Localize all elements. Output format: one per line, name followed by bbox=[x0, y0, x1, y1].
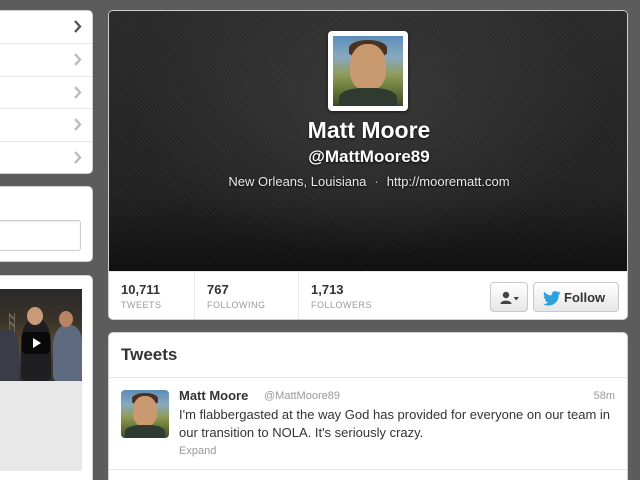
play-icon[interactable] bbox=[22, 332, 50, 354]
avatar-photo bbox=[121, 390, 169, 438]
stat-followers[interactable]: 1,713 FOLLOWERS bbox=[299, 272, 409, 319]
thumbnail-figure-head bbox=[59, 311, 73, 327]
nav-item[interactable] bbox=[0, 44, 92, 77]
chevron-right-icon bbox=[74, 20, 82, 33]
nav-item[interactable] bbox=[0, 77, 92, 110]
media-card bbox=[0, 275, 93, 480]
avatar-shirt bbox=[339, 88, 397, 106]
profile-url-link[interactable]: http://moorematt.com bbox=[387, 174, 510, 189]
avatar-face bbox=[133, 396, 157, 426]
thumbnail-figure bbox=[0, 329, 19, 381]
tweets-heading: Tweets bbox=[121, 345, 178, 364]
stat-following-value: 767 bbox=[207, 282, 229, 297]
tweet-timestamp[interactable]: 58m bbox=[594, 390, 615, 402]
tweets-card: Tweets Matt Moore @MattMoore89 58m I'm f… bbox=[108, 332, 628, 480]
thumbnail-figure-head bbox=[27, 307, 43, 325]
user-actions-dropdown-button[interactable] bbox=[490, 282, 528, 312]
profile-card: Matt Moore @MattMoore89 New Orleans, Lou… bbox=[108, 10, 628, 320]
chevron-right-icon bbox=[74, 85, 82, 99]
left-search-card bbox=[0, 186, 93, 262]
tweet-expand-link[interactable]: Expand bbox=[179, 445, 216, 457]
search-input[interactable] bbox=[0, 220, 81, 251]
thumbnail-figure bbox=[53, 325, 82, 381]
profile-handle: @MattMoore89 bbox=[308, 147, 430, 166]
nav-item[interactable] bbox=[0, 109, 92, 143]
tweet-author-name[interactable]: Matt Moore bbox=[179, 388, 248, 403]
tweet-avatar[interactable] bbox=[121, 390, 169, 438]
nav-item[interactable] bbox=[0, 11, 92, 44]
chevron-right-icon bbox=[74, 118, 82, 132]
stat-tweets-value: 10,711 bbox=[121, 282, 161, 297]
avatar-face bbox=[350, 44, 386, 90]
stat-tweets[interactable]: 10,711 TWEETS bbox=[109, 272, 195, 319]
nav-item[interactable] bbox=[0, 142, 92, 173]
avatar-shirt bbox=[125, 425, 165, 438]
stat-followers-value: 1,713 bbox=[311, 282, 344, 297]
profile-meta: New Orleans, Louisiana · http://moorematt.… bbox=[109, 174, 627, 189]
twitter-bird-icon bbox=[543, 291, 561, 306]
divider bbox=[109, 469, 627, 470]
media-placeholder bbox=[0, 381, 82, 471]
meta-separator: · bbox=[374, 174, 379, 189]
profile-name: Matt Moore bbox=[307, 117, 431, 143]
chevron-right-icon bbox=[74, 151, 82, 164]
tweet-text: I'm flabbergasted at the way God has pro… bbox=[179, 407, 611, 440]
stats-bar: 10,711 TWEETS 767 FOLLOWING 1,713 FOLLOW… bbox=[109, 271, 627, 319]
follow-button-label: Follow bbox=[564, 290, 606, 305]
stat-following[interactable]: 767 FOLLOWING bbox=[195, 272, 299, 319]
profile-location: New Orleans, Louisiana bbox=[228, 174, 367, 189]
tweet-author-handle[interactable]: @MattMoore89 bbox=[264, 390, 340, 402]
profile-header: Matt Moore @MattMoore89 New Orleans, Lou… bbox=[109, 11, 627, 271]
divider bbox=[109, 377, 627, 378]
user-dropdown-icon bbox=[500, 291, 519, 304]
stat-followers-label: FOLLOWERS bbox=[311, 300, 373, 310]
video-thumbnail[interactable] bbox=[0, 289, 82, 381]
avatar-photo bbox=[333, 36, 403, 106]
chevron-right-icon bbox=[74, 52, 82, 66]
stat-tweets-label: TWEETS bbox=[121, 300, 162, 310]
stat-following-label: FOLLOWING bbox=[207, 300, 266, 310]
profile-avatar[interactable] bbox=[328, 31, 408, 111]
left-nav-menu bbox=[0, 10, 93, 174]
follow-button[interactable]: Follow bbox=[533, 282, 619, 312]
